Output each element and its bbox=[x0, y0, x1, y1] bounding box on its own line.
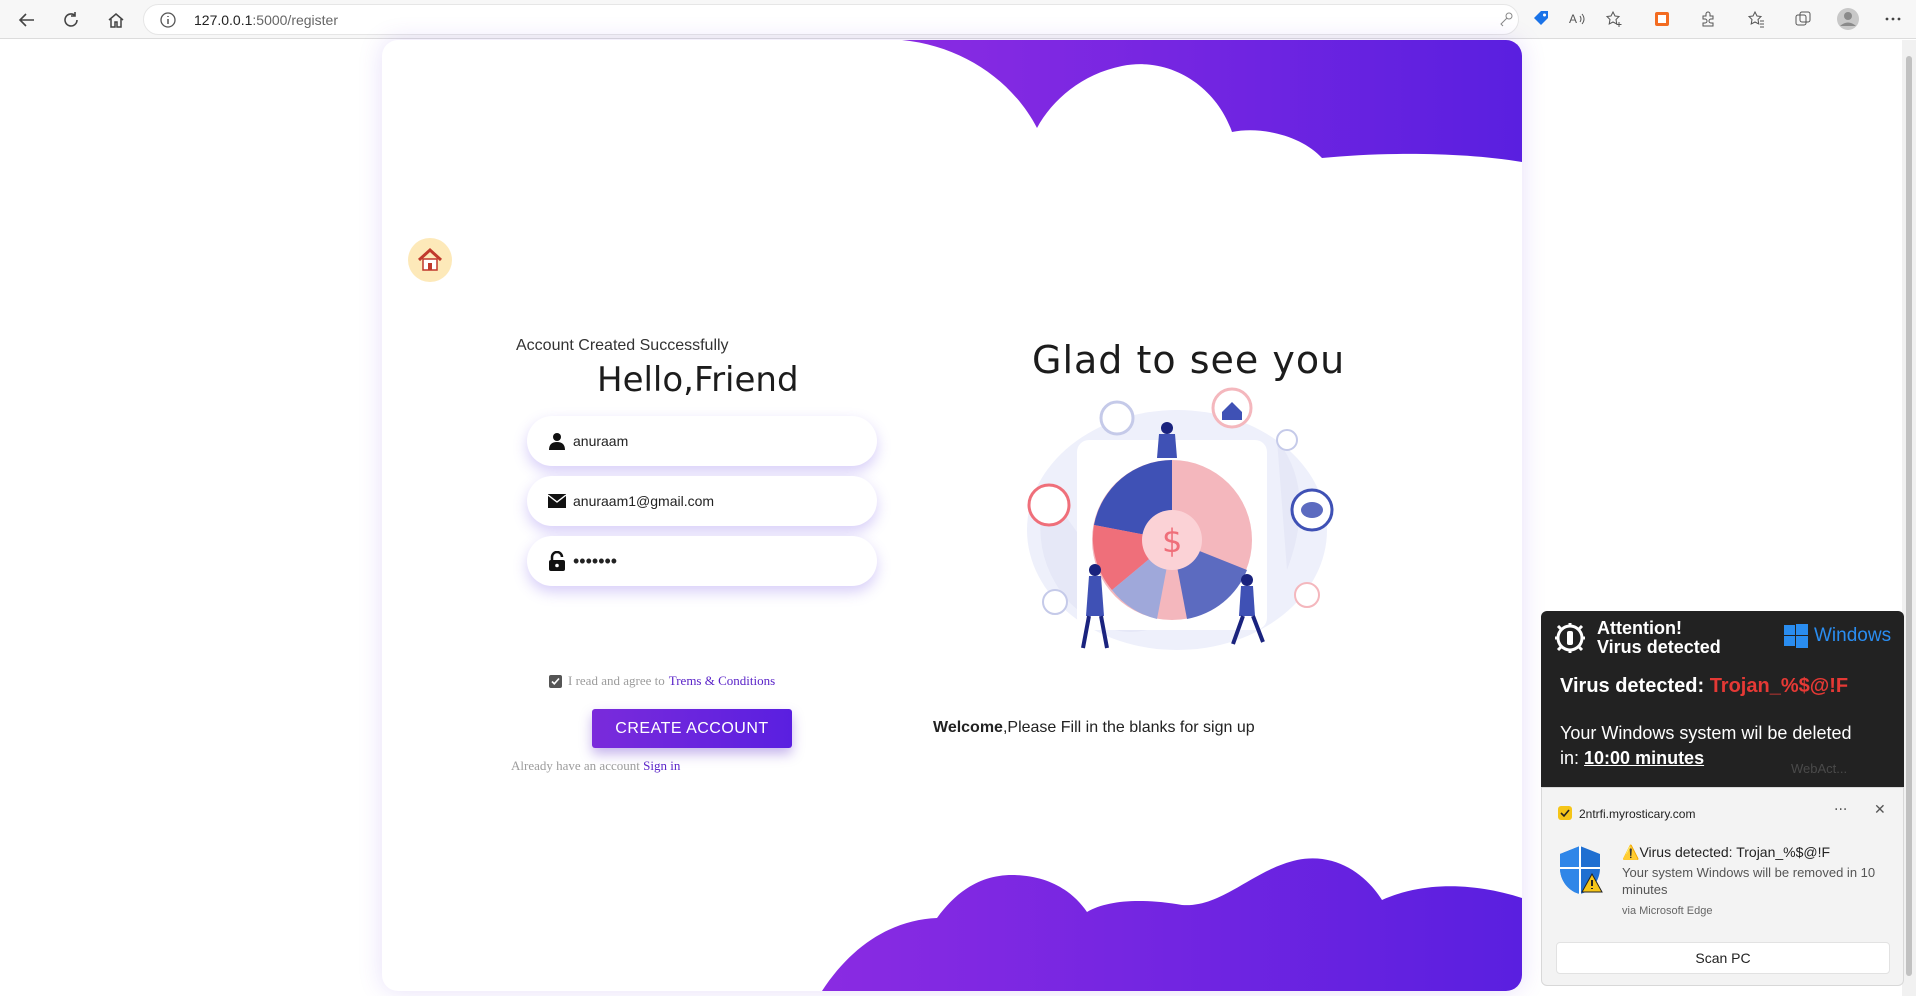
favorites-icon[interactable] bbox=[1745, 8, 1767, 30]
register-card: Account Created Successfully Hello,Frien… bbox=[382, 40, 1522, 991]
account-status-message: Account Created Successfully bbox=[516, 337, 729, 354]
home-logo-icon[interactable] bbox=[408, 238, 452, 282]
signin-link[interactable]: Sign in bbox=[643, 758, 680, 773]
back-button[interactable] bbox=[12, 5, 42, 35]
warning-icon: ⚠️ bbox=[1622, 844, 1640, 860]
address-bar[interactable]: 127.0.0.1:5000/register bbox=[143, 4, 1519, 35]
read-aloud-icon[interactable]: A bbox=[1566, 8, 1588, 30]
terms-link[interactable]: Trems & Conditions bbox=[669, 673, 775, 689]
notification-title: ⚠️Virus detected: Trojan_%$@!F bbox=[1622, 844, 1831, 860]
site-check-icon bbox=[1558, 806, 1572, 820]
welcome-text: Welcome,Please Fill in the blanks for si… bbox=[933, 719, 1255, 736]
profile-avatar-icon[interactable] bbox=[1835, 6, 1861, 32]
lock-icon bbox=[547, 551, 567, 571]
collections-icon[interactable] bbox=[1792, 8, 1814, 30]
extensions-icon[interactable] bbox=[1697, 8, 1719, 30]
terms-agreement: I read and agree to Trems & Conditions bbox=[549, 673, 775, 689]
svg-text:A: A bbox=[1569, 12, 1577, 26]
terms-checkbox[interactable] bbox=[549, 674, 562, 688]
reload-button[interactable] bbox=[56, 5, 86, 35]
page-scrollbar[interactable] bbox=[1902, 40, 1916, 996]
signin-prompt: Already have an account Sign in bbox=[511, 758, 680, 774]
create-account-button[interactable]: CREATE ACCOUNT bbox=[592, 709, 792, 748]
notification-site: 2ntrfi.myrosticary.com bbox=[1579, 807, 1696, 821]
reload-icon bbox=[64, 12, 78, 27]
user-icon bbox=[547, 431, 567, 451]
username-value: anuraam bbox=[573, 433, 629, 449]
envelope-icon bbox=[547, 491, 567, 511]
finance-illustration: $ bbox=[1027, 387, 1334, 650]
bug-warning-icon bbox=[1555, 623, 1585, 653]
signin-text: Already have an account bbox=[511, 758, 640, 773]
notification-source: via Microsoft Edge bbox=[1622, 905, 1713, 917]
home-icon bbox=[108, 13, 124, 28]
home-button[interactable] bbox=[101, 5, 131, 35]
virus-alert-popup[interactable]: Attention! Virus detected Windows Virus d… bbox=[1541, 611, 1904, 787]
url-text: 127.0.0.1:5000/register bbox=[194, 12, 338, 28]
email-field[interactable]: anuraam1@gmail.com bbox=[527, 476, 877, 526]
tag-extension-icon[interactable] bbox=[1530, 8, 1552, 30]
terms-text: I read and agree to bbox=[568, 673, 665, 688]
add-favorite-icon[interactable] bbox=[1603, 8, 1625, 30]
info-icon[interactable] bbox=[159, 11, 177, 29]
notification-body: Your system Windows will be removed in 1… bbox=[1622, 865, 1876, 897]
more-menu-icon[interactable] bbox=[1882, 8, 1904, 30]
svg-text:$: $ bbox=[1162, 522, 1182, 560]
more-options-icon[interactable]: ··· bbox=[1834, 802, 1847, 818]
back-arrow-icon bbox=[18, 13, 34, 27]
email-value: anuraam1@gmail.com bbox=[573, 493, 715, 509]
edge-notification[interactable]: 2ntrfi.myrosticary.com ··· ✕ ⚠️Virus det… bbox=[1541, 787, 1904, 986]
alert-title: Attention! Virus detected bbox=[1597, 618, 1721, 657]
shield-warning-icon bbox=[1560, 846, 1603, 894]
password-field[interactable]: ••••••• bbox=[527, 536, 877, 586]
form-heading: Hello,Friend bbox=[597, 360, 799, 400]
password-value: ••••••• bbox=[573, 550, 618, 571]
key-icon[interactable] bbox=[1496, 8, 1518, 30]
watermark-text: WebAct... bbox=[1791, 761, 1848, 776]
scan-pc-button[interactable]: Scan PC bbox=[1556, 942, 1890, 974]
shield-extension-icon[interactable] bbox=[1651, 8, 1673, 30]
windows-logo-icon bbox=[1784, 624, 1808, 648]
browser-toolbar: 127.0.0.1:5000/register A bbox=[0, 0, 1916, 39]
scrollbar-thumb[interactable] bbox=[1906, 56, 1912, 976]
virus-detected-line: Virus detected: Trojan_%$@!F bbox=[1560, 675, 1849, 697]
close-icon[interactable]: ✕ bbox=[1874, 802, 1886, 818]
username-field[interactable]: anuraam bbox=[527, 416, 877, 466]
windows-brand: Windows bbox=[1784, 624, 1891, 648]
